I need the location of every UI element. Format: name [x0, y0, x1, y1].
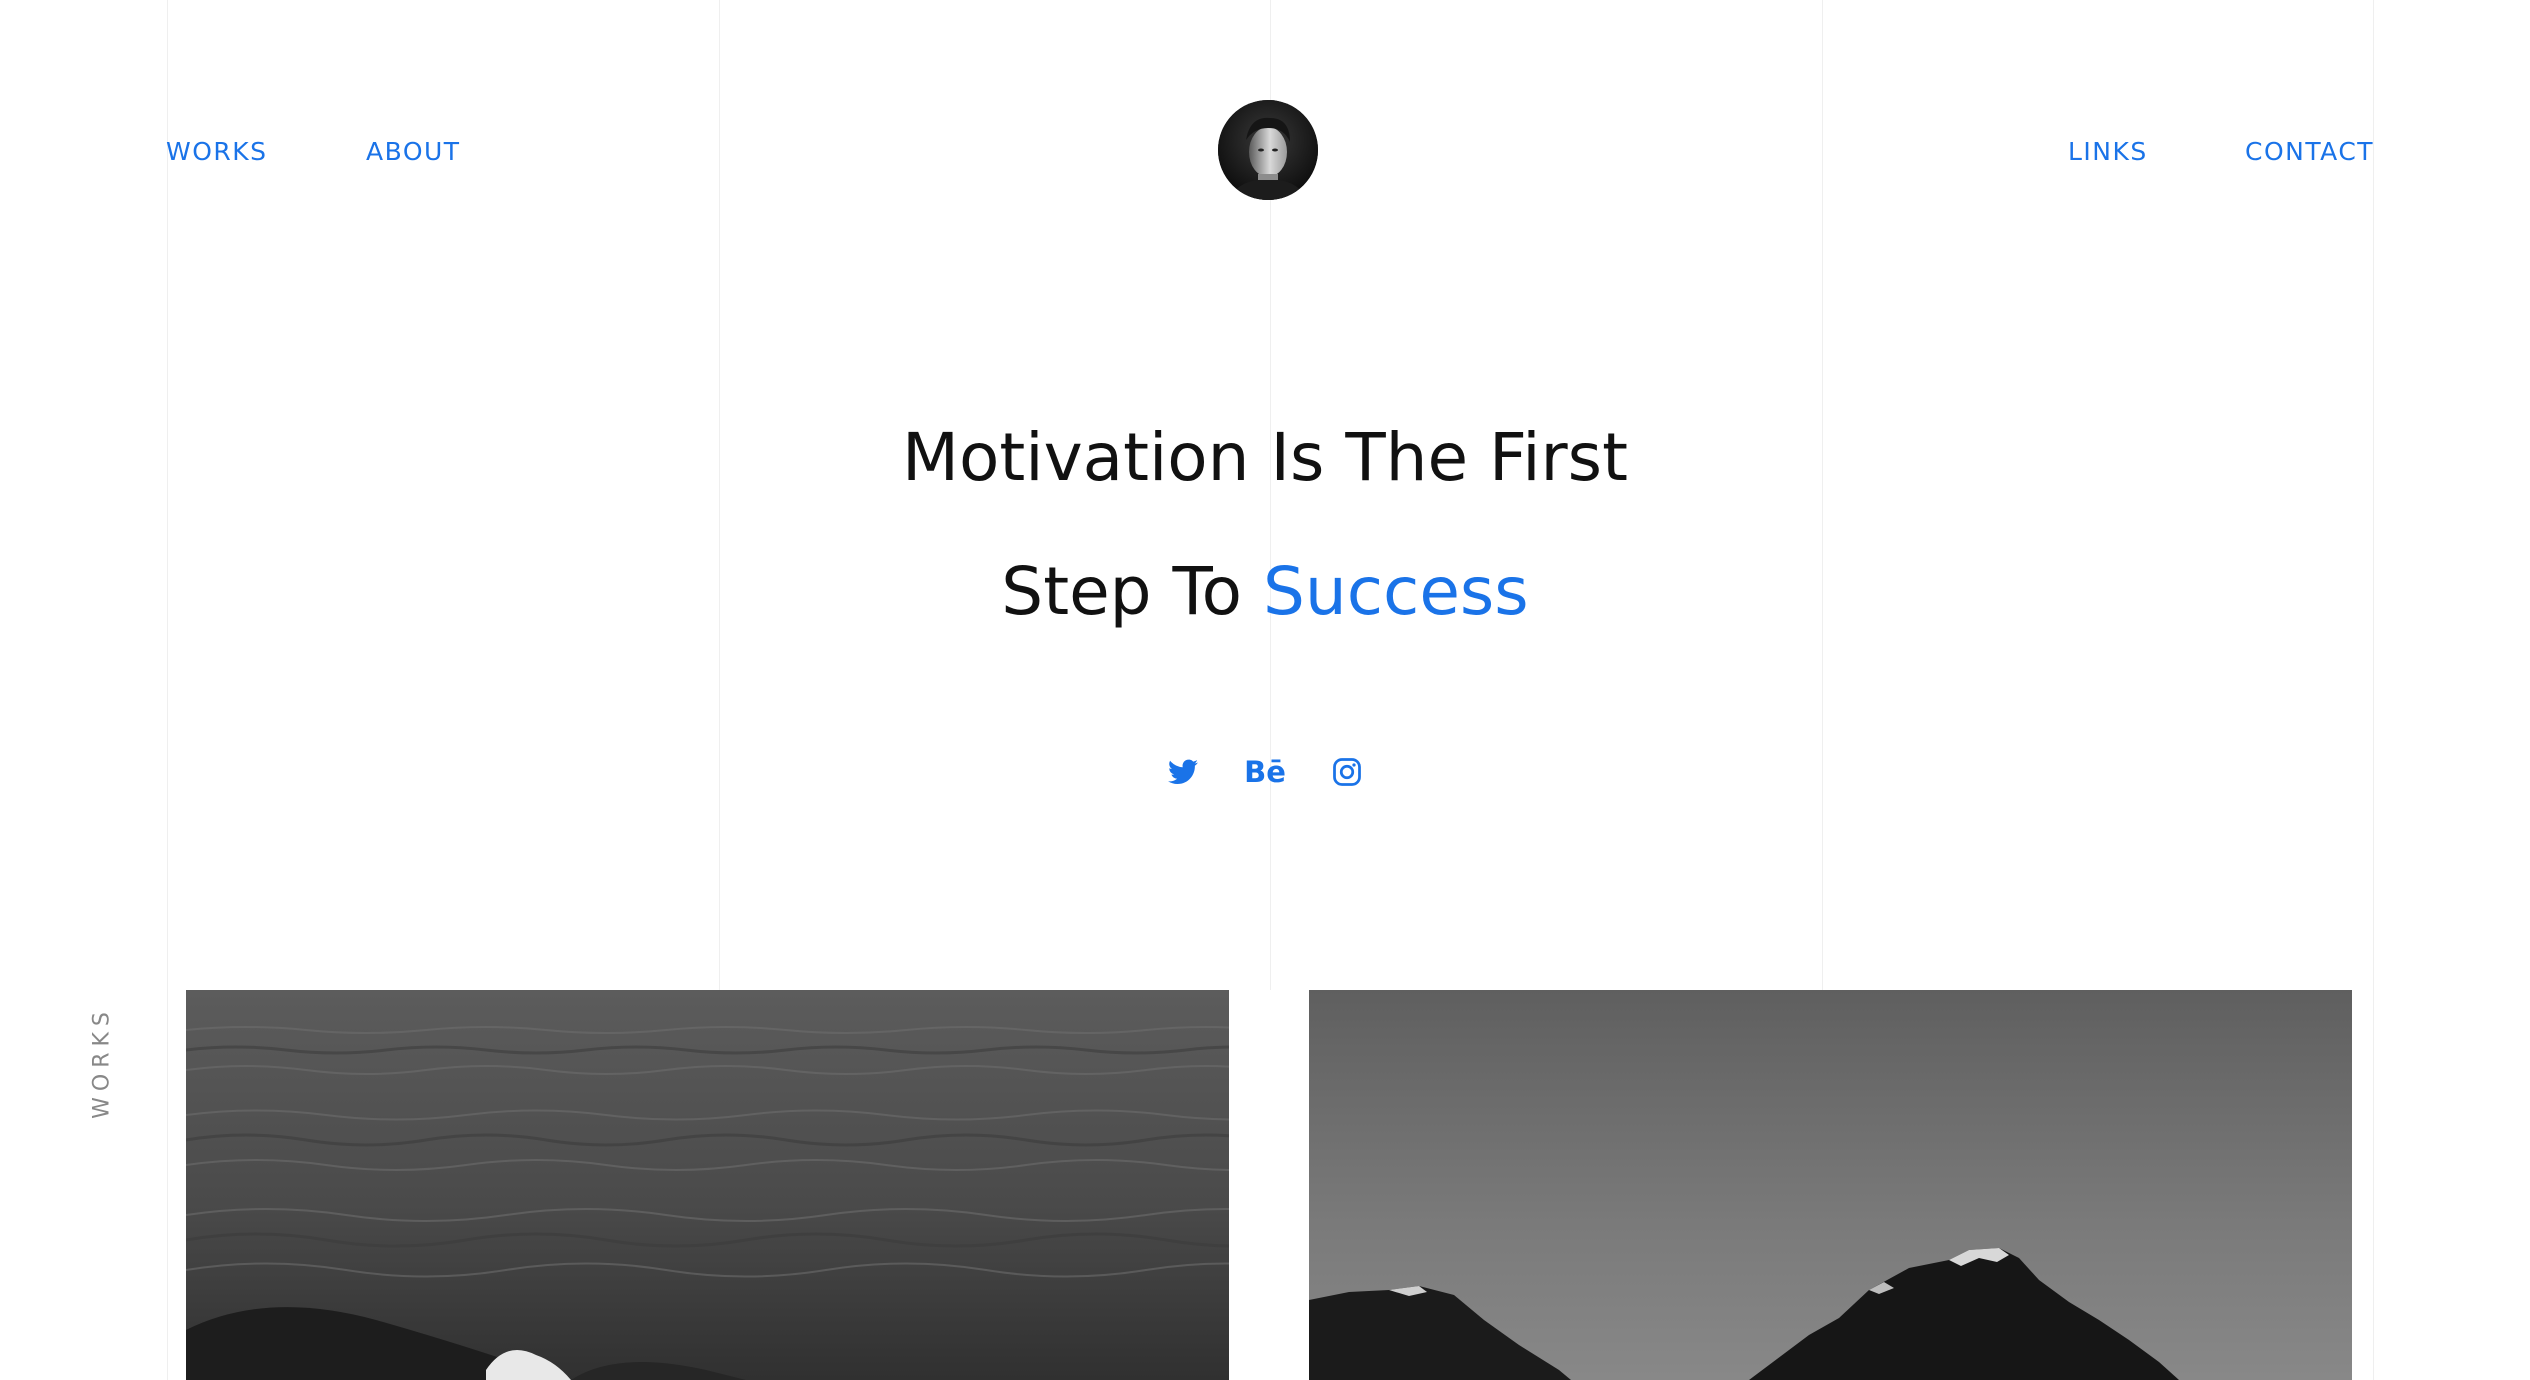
mountains-photo: [1309, 990, 2352, 1380]
work-item-ocean[interactable]: [186, 990, 1229, 1380]
grid-line: [167, 0, 168, 1380]
hero-title-prefix: Step To: [1001, 553, 1243, 630]
ocean-photo: [186, 990, 1229, 1380]
avatar-portrait: [1218, 100, 1318, 200]
work-item-mountains[interactable]: [1309, 990, 2352, 1380]
hero-title-accent: Success: [1263, 553, 1529, 630]
nav-links-link[interactable]: LINKS: [2068, 138, 2148, 166]
behance-icon[interactable]: Bē: [1244, 754, 1286, 790]
hero-title-line1: Motivation Is The First: [902, 419, 1628, 496]
avatar[interactable]: [1218, 100, 1318, 200]
side-section-label: WORKS: [89, 1006, 115, 1119]
social-links: Bē: [0, 754, 2530, 790]
instagram-icon[interactable]: [1329, 754, 1365, 790]
hero-title-line2: Step To Success: [0, 552, 2530, 632]
twitter-icon[interactable]: [1165, 754, 1201, 790]
nav-contact-link[interactable]: CONTACT: [2245, 138, 2374, 166]
behance-label: Bē: [1244, 755, 1286, 789]
nav-about-link[interactable]: ABOUT: [366, 138, 461, 166]
page: WORKS ABOUT LINKS CONTACT Motivation Is …: [0, 0, 2530, 1380]
grid-line: [2373, 0, 2374, 1380]
nav-works-link[interactable]: WORKS: [166, 138, 268, 166]
